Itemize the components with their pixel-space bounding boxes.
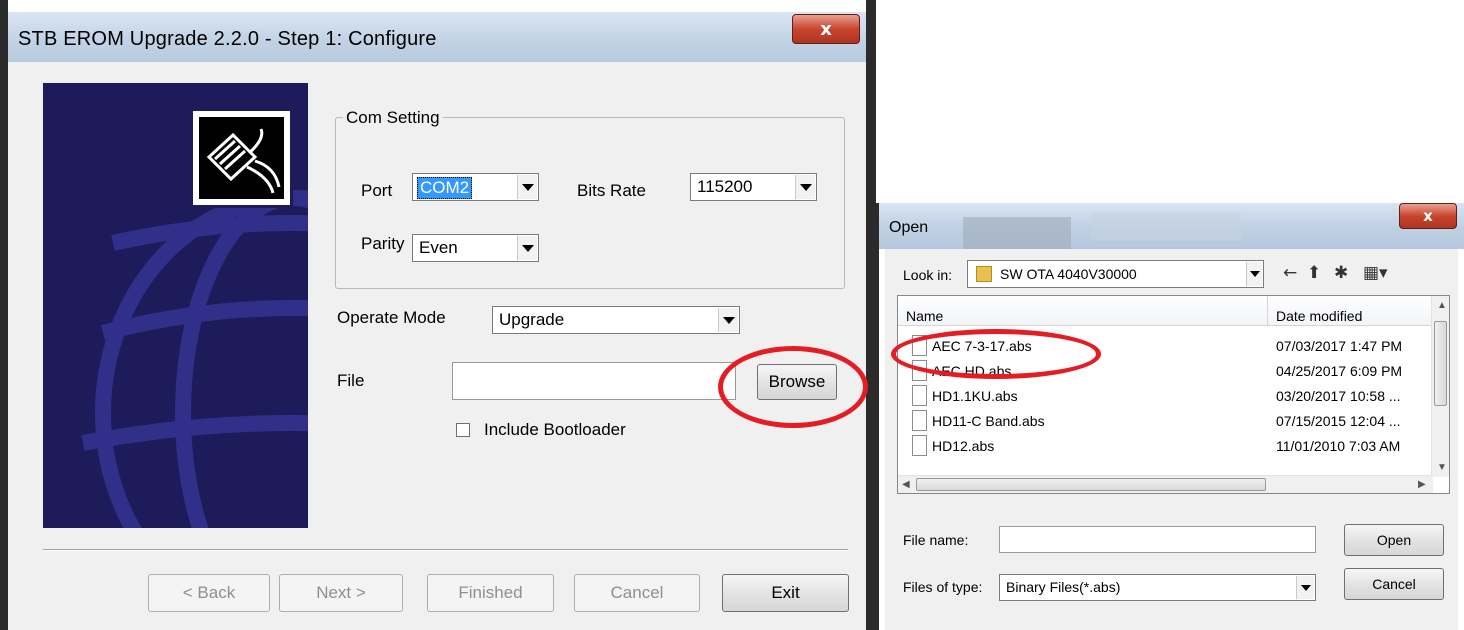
open-button[interactable]: Open [1344, 524, 1444, 556]
com-setting-legend: Com Setting [343, 108, 443, 128]
file-label: File [337, 371, 365, 390]
file-date: 03/20/2017 10:58 ... [1276, 388, 1401, 404]
window-border [0, 0, 8, 630]
vertical-scrollbar[interactable]: ▲ ▼ [1431, 296, 1449, 477]
file-row[interactable]: HD12.abs 11/01/2010 7:03 AM [898, 434, 1433, 459]
file-icon [912, 385, 927, 406]
chevron-down-icon[interactable] [718, 308, 738, 332]
scroll-down-icon[interactable]: ▼ [1437, 462, 1447, 473]
port-value: COM2 [417, 177, 473, 199]
file-date: 04/25/2017 6:09 PM [1276, 363, 1403, 379]
view-menu-icon[interactable]: ▦▾ [1363, 263, 1388, 283]
include-bootloader-checkbox[interactable] [456, 423, 470, 437]
include-bootloader-label: Include Bootloader [484, 420, 626, 439]
file-list[interactable]: Name Date modified AEC 7-3-17.abs 07/03/… [897, 295, 1450, 494]
bits-rate-label: Bits Rate [577, 181, 646, 200]
port-select[interactable]: COM2 [412, 173, 539, 201]
title-bar[interactable]: STB EROM Upgrade 2.2.0 - Step 1: Configu… [8, 12, 866, 62]
look-in-value: SW OTA 4040V30000 [1000, 266, 1137, 282]
finished-button[interactable]: Finished [427, 574, 554, 612]
bits-rate-select[interactable]: 115200 [690, 173, 817, 201]
back-arrow-icon[interactable]: ← [1283, 263, 1297, 283]
window-title: STB EROM Upgrade 2.2.0 - Step 1: Configu… [18, 28, 437, 50]
new-folder-icon[interactable]: ✱ [1334, 263, 1348, 283]
back-button[interactable]: < Back [148, 574, 270, 612]
parity-value: Even [419, 238, 458, 257]
file-name: HD11-C Band.abs [932, 413, 1045, 429]
up-folder-icon[interactable]: ⬆ [1307, 263, 1321, 283]
open-dialog-close-button[interactable]: x [1399, 203, 1457, 229]
file-date: 11/01/2010 7:03 AM [1276, 438, 1401, 454]
files-of-type-label: Files of type: [903, 579, 983, 595]
column-name-label: Name [906, 308, 944, 324]
scroll-right-icon[interactable]: ▶ [1418, 479, 1426, 490]
cancel-button[interactable]: Cancel [574, 574, 700, 612]
open-dialog: Open x Look in: SW OTA 4040V30000 ← ⬆ ✱ … [876, 203, 1464, 630]
file-icon [912, 435, 927, 456]
files-of-type-value: Binary Files(*.abs) [1006, 579, 1121, 595]
file-row[interactable]: HD11-C Band.abs 07/15/2015 12:04 ... [898, 409, 1433, 434]
operate-mode-label: Operate Mode [337, 308, 446, 327]
look-in-select[interactable]: SW OTA 4040V30000 [967, 260, 1264, 288]
file-name: HD12.abs [932, 438, 995, 454]
chevron-down-icon[interactable] [795, 175, 815, 199]
file-row[interactable]: HD1.1KU.abs 03/20/2017 10:58 ... [898, 384, 1433, 409]
background-blur [963, 217, 1071, 249]
scroll-left-icon[interactable]: ◀ [902, 479, 910, 490]
divider [43, 549, 848, 551]
file-date: 07/15/2015 12:04 ... [1276, 413, 1401, 429]
annotation-circle-file [891, 329, 1101, 379]
column-header-name[interactable]: Name [898, 296, 1268, 326]
file-path-input[interactable] [452, 362, 736, 400]
port-label: Port [361, 181, 393, 200]
close-icon: x [820, 18, 832, 40]
file-date: 07/03/2017 1:47 PM [1276, 338, 1403, 354]
scroll-thumb[interactable] [1434, 321, 1447, 406]
chevron-down-icon[interactable] [1296, 576, 1314, 599]
chevron-down-icon[interactable] [517, 236, 537, 260]
open-dialog-title-bar[interactable]: Open [879, 203, 1464, 249]
operate-mode-value: Upgrade [499, 310, 565, 329]
wizard-window: STB EROM Upgrade 2.2.0 - Step 1: Configu… [0, 0, 880, 630]
cancel-button[interactable]: Cancel [1344, 568, 1444, 600]
window-border [866, 0, 876, 630]
files-of-type-select[interactable]: Binary Files(*.abs) [999, 574, 1316, 601]
horizontal-scrollbar[interactable]: ◀ ▶ [898, 475, 1433, 493]
com-setting-group [335, 117, 845, 289]
chevron-down-icon[interactable] [517, 175, 537, 199]
column-date-label: Date modified [1276, 308, 1363, 324]
parity-label: Parity [361, 234, 405, 253]
folder-icon [976, 266, 992, 282]
close-icon: x [1423, 207, 1433, 225]
look-in-label: Look in: [903, 267, 953, 283]
operate-mode-select[interactable]: Upgrade [492, 306, 740, 334]
background-blur [1091, 213, 1241, 241]
open-dialog-title: Open [889, 219, 929, 236]
scroll-thumb[interactable] [916, 478, 1266, 491]
file-name-label: File name: [903, 532, 969, 548]
exit-button[interactable]: Exit [722, 574, 849, 612]
next-button[interactable]: Next > [279, 574, 403, 612]
column-header-date[interactable]: Date modified [1268, 296, 1433, 326]
chevron-down-icon[interactable] [1246, 262, 1262, 286]
network-plug-icon [190, 108, 293, 208]
file-icon [912, 410, 927, 431]
bits-rate-value: 115200 [697, 177, 753, 196]
file-name: HD1.1KU.abs [932, 388, 1018, 404]
close-button[interactable]: x [792, 14, 860, 44]
file-name-input[interactable] [999, 526, 1316, 553]
parity-select[interactable]: Even [412, 234, 539, 262]
annotation-circle-browse [718, 346, 868, 428]
scroll-up-icon[interactable]: ▲ [1437, 300, 1447, 311]
